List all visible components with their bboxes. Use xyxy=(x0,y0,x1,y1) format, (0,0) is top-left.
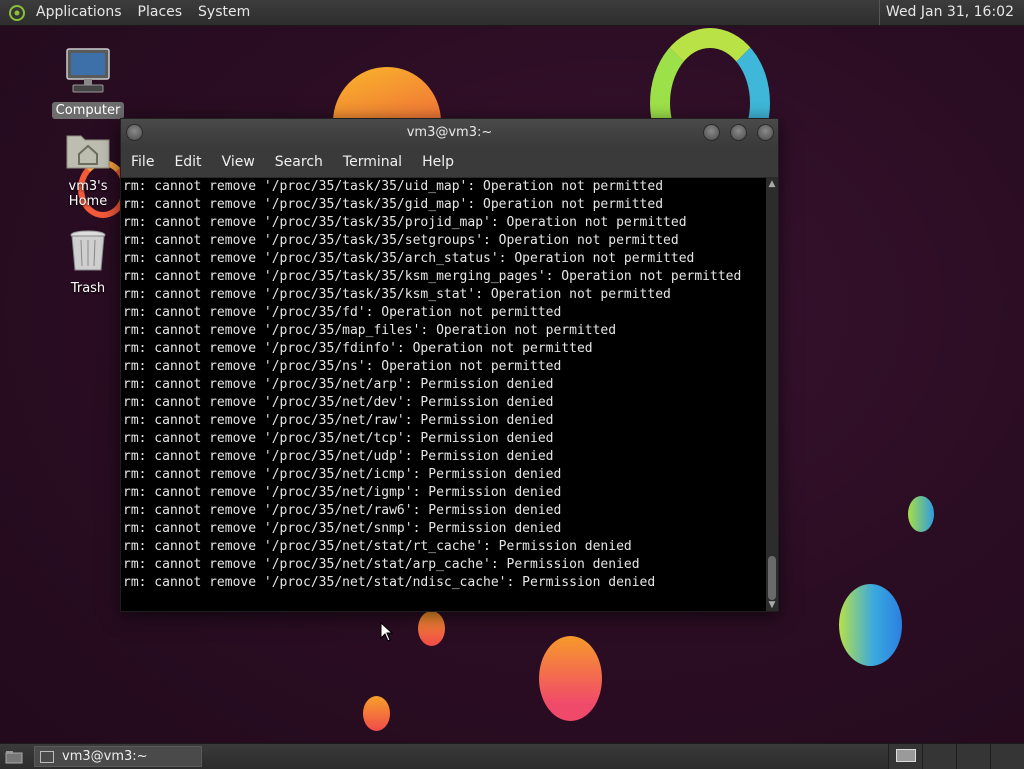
terminal-scrollbar[interactable]: ▲ ▼ xyxy=(766,178,778,611)
terminal-line: rm: cannot remove '/proc/35/net/dev': Pe… xyxy=(123,395,554,410)
home-folder-icon xyxy=(48,128,128,176)
menu-terminal[interactable]: Terminal xyxy=(333,147,412,177)
terminal-line: rm: cannot remove '/proc/35/net/icmp': P… xyxy=(123,467,562,482)
wallpaper-blue-blob-large xyxy=(839,584,902,666)
mouse-cursor-icon xyxy=(380,621,394,646)
terminal-line: rm: cannot remove '/proc/35/task/35/uid_… xyxy=(123,179,664,194)
terminal-line: rm: cannot remove '/proc/35/task/35/gid_… xyxy=(123,197,664,212)
system-menu[interactable]: System xyxy=(190,0,258,25)
taskbar-terminal-button[interactable]: vm3@vm3:~ xyxy=(34,746,202,767)
close-button[interactable] xyxy=(757,124,774,141)
terminal-line: rm: cannot remove '/proc/35/net/snmp': P… xyxy=(123,521,562,536)
maximize-button[interactable] xyxy=(730,124,747,141)
clock[interactable]: Wed Jan 31, 16:02 xyxy=(878,0,1020,25)
trash-icon xyxy=(48,228,128,278)
window-titlebar[interactable]: vm3@vm3:~ xyxy=(121,119,778,147)
window-title: vm3@vm3:~ xyxy=(406,125,493,140)
terminal-line: rm: cannot remove '/proc/35/task/35/setg… xyxy=(123,233,679,248)
bottom-panel: vm3@vm3:~ xyxy=(0,743,1024,769)
window-menu-button[interactable] xyxy=(126,124,143,141)
terminal-line: rm: cannot remove '/proc/35/task/35/ksm_… xyxy=(123,287,671,302)
terminal-window[interactable]: vm3@vm3:~ File Edit View Search Terminal… xyxy=(120,118,779,612)
show-desktop-icon[interactable] xyxy=(0,744,28,769)
menu-view[interactable]: View xyxy=(212,147,265,177)
workspace-switcher[interactable] xyxy=(888,744,1024,769)
terminal-output[interactable]: rm: cannot remove '/proc/35/task/35/uid_… xyxy=(121,178,766,611)
desktop-icon-home[interactable]: vm3's Home xyxy=(48,128,128,210)
wallpaper-pink-blob xyxy=(539,636,602,721)
terminal-line: rm: cannot remove '/proc/35/net/stat/ndi… xyxy=(123,575,656,590)
applications-menu[interactable]: Applications xyxy=(28,0,130,25)
top-panel: Applications Places System Wed Jan 31, 1… xyxy=(0,0,1024,26)
scroll-up-icon[interactable]: ▲ xyxy=(766,178,778,190)
terminal-line: rm: cannot remove '/proc/35/ns': Operati… xyxy=(123,359,562,374)
workspace-2[interactable] xyxy=(922,744,956,769)
terminal-line: rm: cannot remove '/proc/35/net/tcp': Pe… xyxy=(123,431,554,446)
terminal-line: rm: cannot remove '/proc/35/net/udp': Pe… xyxy=(123,449,554,464)
terminal-line: rm: cannot remove '/proc/35/task/35/arch… xyxy=(123,251,695,266)
desktop-icon-label: Computer xyxy=(51,102,125,119)
terminal-line: rm: cannot remove '/proc/35/task/35/proj… xyxy=(123,215,687,230)
terminal-line: rm: cannot remove '/proc/35/map_files': … xyxy=(123,323,617,338)
menu-help[interactable]: Help xyxy=(412,147,464,177)
terminal-line: rm: cannot remove '/proc/35/net/igmp': P… xyxy=(123,485,562,500)
wallpaper-orange-blob-tiny xyxy=(363,696,390,731)
terminal-line: rm: cannot remove '/proc/35/fdinfo': Ope… xyxy=(123,341,593,356)
scrollbar-thumb[interactable] xyxy=(768,556,776,600)
terminal-line: rm: cannot remove '/proc/35/net/raw': Pe… xyxy=(123,413,554,428)
terminal-line: rm: cannot remove '/proc/35/net/stat/arp… xyxy=(123,557,640,572)
workspace-1[interactable] xyxy=(888,744,922,769)
terminal-line: rm: cannot remove '/proc/35/task/35/ksm_… xyxy=(123,269,742,284)
terminal-line: rm: cannot remove '/proc/35/net/raw6': P… xyxy=(123,503,562,518)
terminal-icon xyxy=(40,750,54,763)
menu-edit[interactable]: Edit xyxy=(164,147,211,177)
minimize-button[interactable] xyxy=(703,124,720,141)
terminal-line: rm: cannot remove '/proc/35/net/stat/rt_… xyxy=(123,539,632,554)
desktop-icon-label: Trash xyxy=(70,281,106,296)
terminal-line: rm: cannot remove '/proc/35/fd': Operati… xyxy=(123,305,562,320)
workspace-3[interactable] xyxy=(956,744,990,769)
scroll-down-icon[interactable]: ▼ xyxy=(766,599,778,611)
terminal-line: rm: cannot remove '/proc/35/net/arp': Pe… xyxy=(123,377,554,392)
desktop-icon-computer[interactable]: Computer xyxy=(48,46,128,119)
wallpaper-orange-blob-small xyxy=(418,611,445,646)
computer-icon xyxy=(48,46,128,100)
terminal-lines: rm: cannot remove '/proc/35/task/35/uid_… xyxy=(121,178,766,592)
menu-search[interactable]: Search xyxy=(265,147,333,177)
desktop-icon-label: vm3's Home xyxy=(68,179,108,209)
taskbar-button-label: vm3@vm3:~ xyxy=(62,749,148,764)
desktop-icon-trash[interactable]: Trash xyxy=(48,228,128,297)
menu-file[interactable]: File xyxy=(121,147,164,177)
terminal-menubar: File Edit View Search Terminal Help xyxy=(121,147,778,178)
workspace-4[interactable] xyxy=(990,744,1024,769)
distro-logo-icon[interactable] xyxy=(6,2,28,24)
places-menu[interactable]: Places xyxy=(130,0,191,25)
wallpaper-blue-blob xyxy=(908,496,934,532)
